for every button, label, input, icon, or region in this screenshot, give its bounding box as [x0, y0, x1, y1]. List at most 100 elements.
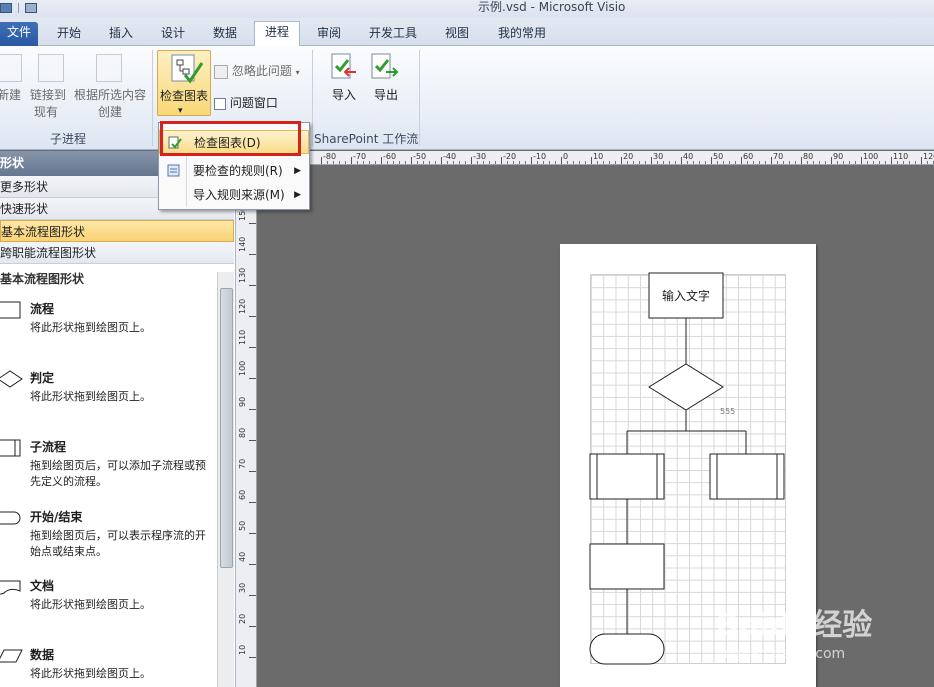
tab-insert[interactable]: 插入 [102, 23, 140, 45]
rules-icon [167, 164, 180, 177]
tab-developer[interactable]: 开发工具 [362, 23, 424, 45]
create-from-selection-button-line1[interactable]: 根据所选内容 [74, 88, 146, 103]
ruler-tick-label: 120 [238, 298, 247, 314]
link-existing-button-line1[interactable]: 链接到 [30, 88, 66, 103]
ruler-minor-tick [615, 161, 616, 164]
ruler-minor-tick [729, 161, 730, 164]
create-from-selection-icon [96, 54, 122, 82]
shape-item-document[interactable]: 文档 将此形状拖到绘图页上。 [0, 577, 215, 637]
ruler-tick [249, 626, 256, 627]
shape-item-decision[interactable]: 判定 将此形状拖到绘图页上。 [0, 369, 215, 429]
tab-process[interactable]: 进程 [254, 21, 300, 47]
link-existing-button-line2[interactable]: 现有 [34, 105, 58, 120]
import-icon[interactable] [330, 52, 358, 82]
ruler-tick-label: 50 [713, 152, 724, 161]
menu-item-import-rules[interactable]: 导入规则来源(M) ▶ [159, 183, 309, 207]
shape-desc: 将此形状拖到绘图页上。 [30, 390, 151, 403]
ruler-tick-label: 100 [238, 360, 247, 376]
ruler-minor-tick [585, 161, 586, 164]
check-diagram-icon [171, 54, 204, 84]
ruler-tick-label: 90 [238, 396, 247, 407]
ruler-tick [249, 285, 256, 286]
tab-review[interactable]: 审阅 [310, 23, 348, 45]
ruler-minor-tick [843, 161, 844, 164]
tab-data[interactable]: 数据 [206, 23, 244, 45]
scrollbar-thumb[interactable] [220, 288, 233, 568]
new-subprocess-button[interactable]: 新建 [0, 88, 21, 103]
tab-my-common[interactable]: 我的常用 [492, 23, 552, 45]
ruler-tick-label: 140 [238, 236, 247, 252]
ruler-tick [441, 157, 442, 164]
shape-name: 子流程 [30, 440, 67, 454]
check-diagram-button[interactable] [157, 50, 211, 116]
ruler-minor-tick [675, 161, 676, 164]
export-icon[interactable] [370, 52, 400, 82]
shape-item-terminator[interactable]: 开始/结束 拖到绘图页后，可以表示程序流的开始点或结束点。 [0, 508, 215, 568]
terminator-icon [0, 511, 21, 525]
shape-desc: 将此形状拖到绘图页上。 [30, 598, 151, 611]
ruler-minor-tick [723, 161, 724, 164]
ribbon-tabs: 文件 开始 插入 设计 数据 进程 审阅 开发工具 视图 我的常用 [0, 18, 934, 47]
export-button[interactable]: 导出 [374, 88, 398, 103]
ruler-minor-tick [879, 161, 880, 164]
ruler-minor-tick [423, 161, 424, 164]
ruler-minor-tick [447, 161, 448, 164]
ruler-minor-tick [705, 161, 706, 164]
tab-file[interactable]: 文件 [0, 22, 38, 46]
shape-item-data[interactable]: 数据 将此形状拖到绘图页上。 [0, 646, 215, 686]
tab-design[interactable]: 设计 [154, 23, 192, 45]
ruler-tick-label: 50 [238, 520, 247, 531]
create-from-selection-button-line2[interactable]: 创建 [98, 105, 122, 120]
check-diagram-label[interactable]: 检查图表 [160, 89, 208, 104]
tab-view[interactable]: 视图 [438, 23, 476, 45]
start-box-text[interactable]: 输入文字 [649, 287, 723, 304]
ruler-tick-label: 60 [238, 489, 247, 500]
ruler-minor-tick [807, 161, 808, 164]
ruler-tick [249, 564, 256, 565]
ruler-tick [711, 157, 712, 164]
ruler-tick [471, 157, 472, 164]
ruler-minor-tick [627, 161, 628, 164]
submenu-arrow-icon: ▶ [294, 190, 301, 200]
ruler-minor-tick [339, 161, 340, 164]
stencil-basic-flowchart[interactable]: 基本流程图形状 [0, 220, 234, 242]
ruler-tick-label: 60 [743, 152, 754, 161]
shape-item-subprocess[interactable]: 子流程 拖到绘图页后，可以添加子流程或预先定义的流程。 [0, 438, 215, 498]
ruler-tick-label: 90 [833, 152, 844, 161]
tab-home[interactable]: 开始 [50, 23, 88, 45]
menu-item-label: 导入规则来源(M) [193, 188, 285, 202]
ruler-tick [249, 223, 256, 224]
ruler-tick-label: 70 [238, 458, 247, 469]
ruler-tick [621, 157, 622, 164]
ruler-tick-label: -40 [443, 152, 457, 161]
save-icon[interactable] [0, 3, 12, 13]
ruler-minor-tick [765, 161, 766, 164]
menu-item-rules-to-check[interactable]: 要检查的规则(R) ▶ [159, 159, 309, 183]
ruler-tick [249, 347, 256, 348]
title-bar: 示例.vsd - Microsoft Visio [0, 0, 934, 18]
ruler-minor-tick [909, 161, 910, 164]
ruler-minor-tick [435, 161, 436, 164]
ruler-minor-tick [393, 161, 394, 164]
check-diagram-dropdown-arrow[interactable]: ▾ [178, 104, 183, 119]
ruler-tick [249, 316, 256, 317]
shapes-pane: 形状 更多形状 快速形状 基本流程图形状 跨职能流程图形状 基本流程图形状 流程… [0, 151, 236, 687]
ignore-issue-button[interactable]: 忽略此问题 ▾ [214, 64, 300, 80]
ruler-tick-label: 10 [593, 152, 604, 161]
issues-window-checkbox[interactable]: 问题窗口 [214, 96, 278, 111]
ruler-minor-tick [903, 161, 904, 164]
decision-label: 555 [720, 407, 736, 416]
ruler-minor-tick [417, 161, 418, 164]
subprocess-icon [0, 439, 21, 457]
undo-icon[interactable] [25, 3, 37, 13]
stencil-cross-functional[interactable]: 跨职能流程图形状 [0, 242, 234, 264]
ruler-minor-tick [357, 161, 358, 164]
shape-item-process[interactable]: 流程 将此形状拖到绘图页上。 [0, 300, 215, 360]
ribbon: 新建 链接到 现有 根据所选内容 创建 子进程 检查图表 ▾ 忽略此问题 ▾ 问… [0, 46, 934, 150]
ruler-minor-tick [717, 161, 718, 164]
ruler-minor-tick [747, 161, 748, 164]
ruler-tick-label: -30 [473, 152, 487, 161]
import-button[interactable]: 导入 [332, 88, 356, 103]
shapes-pane-scrollbar[interactable] [217, 272, 234, 687]
ruler-tick-label: 70 [773, 152, 784, 161]
